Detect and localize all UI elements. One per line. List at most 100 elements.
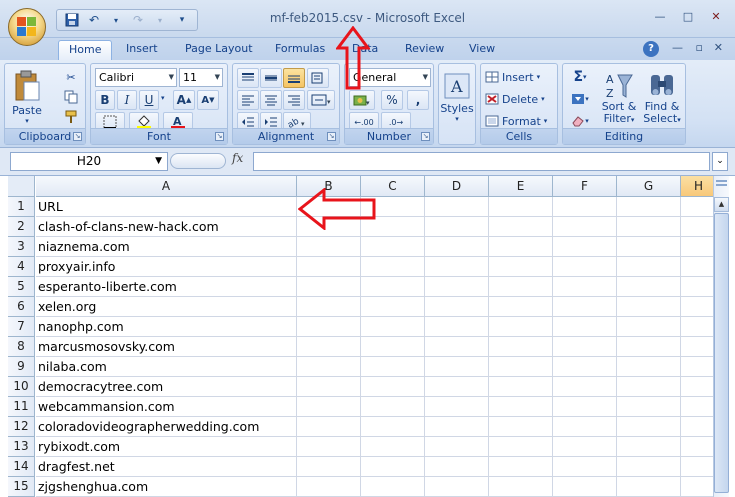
cell-c[interactable] (361, 457, 425, 477)
cell-g[interactable] (617, 477, 681, 497)
row-header[interactable]: 9 (8, 357, 35, 377)
cell-f[interactable] (553, 457, 617, 477)
cell-b[interactable] (297, 477, 361, 497)
cell-f[interactable] (553, 397, 617, 417)
cell-g[interactable] (617, 257, 681, 277)
cell-c[interactable] (361, 377, 425, 397)
cell-g[interactable] (617, 377, 681, 397)
autosum-button[interactable]: Σ ▾ (567, 68, 593, 86)
align-bottom-button[interactable] (283, 68, 305, 88)
cell-d[interactable] (425, 297, 489, 317)
cell-f[interactable] (553, 277, 617, 297)
cell-d[interactable] (425, 277, 489, 297)
cell-c[interactable] (361, 477, 425, 497)
cell-g[interactable] (617, 297, 681, 317)
cell-g[interactable] (617, 217, 681, 237)
cell-a[interactable]: niaznema.com (36, 237, 297, 257)
comma-button[interactable]: , (407, 90, 429, 110)
cell-a[interactable]: proxyair.info (36, 257, 297, 277)
cell-b[interactable] (297, 337, 361, 357)
alignment-launcher-icon[interactable]: ↘ (327, 132, 336, 141)
cell-g[interactable] (617, 457, 681, 477)
cell-e[interactable] (489, 257, 553, 277)
cell-c[interactable] (361, 217, 425, 237)
name-box[interactable]: H20 ▼ (10, 152, 168, 171)
cell-h[interactable] (681, 257, 713, 277)
cell-e[interactable] (489, 317, 553, 337)
tab-insert[interactable]: Insert (116, 40, 168, 60)
scroll-up-icon[interactable]: ▲ (714, 197, 729, 212)
cell-g[interactable] (617, 437, 681, 457)
cell-a[interactable]: marcusmosovsky.com (36, 337, 297, 357)
cell-h[interactable] (681, 297, 713, 317)
expand-formula-bar-icon[interactable]: ⌄ (712, 152, 728, 171)
align-right-button[interactable] (283, 90, 305, 110)
cell-e[interactable] (489, 457, 553, 477)
cell-b[interactable] (297, 277, 361, 297)
cell-d[interactable] (425, 377, 489, 397)
font-launcher-icon[interactable]: ↘ (215, 132, 224, 141)
cell-d[interactable] (425, 357, 489, 377)
cell-f[interactable] (553, 237, 617, 257)
delete-cells-button[interactable]: Delete ▾ (485, 90, 545, 108)
row-header[interactable]: 11 (8, 397, 35, 417)
italic-button[interactable]: I (117, 90, 137, 110)
cell-e[interactable] (489, 357, 553, 377)
number-launcher-icon[interactable]: ↘ (421, 132, 430, 141)
tab-page-layout[interactable]: Page Layout (175, 40, 263, 60)
cell-e[interactable] (489, 377, 553, 397)
align-left-button[interactable] (237, 90, 259, 110)
cell-a[interactable]: xelen.org (36, 297, 297, 317)
row-header[interactable]: 15 (8, 477, 35, 497)
fill-button[interactable]: ▾ (567, 90, 593, 108)
cell-d[interactable] (425, 197, 489, 217)
cell-e[interactable] (489, 197, 553, 217)
cell-e[interactable] (489, 217, 553, 237)
copy-icon[interactable] (61, 88, 81, 106)
cell-b[interactable] (297, 297, 361, 317)
cell-a[interactable]: nilaba.com (36, 357, 297, 377)
cell-a[interactable]: democracytree.com (36, 377, 297, 397)
cell-g[interactable] (617, 397, 681, 417)
cell-f[interactable] (553, 477, 617, 497)
column-header-c[interactable]: C (361, 176, 425, 197)
cell-e[interactable] (489, 337, 553, 357)
insert-cells-button[interactable]: Insert ▾ (485, 68, 540, 86)
office-button[interactable] (8, 8, 46, 46)
tab-view[interactable]: View (459, 40, 505, 60)
cell-a[interactable]: rybixodt.com (36, 437, 297, 457)
column-header-b[interactable]: B (297, 176, 361, 197)
row-header[interactable]: 12 (8, 417, 35, 437)
cell-f[interactable] (553, 417, 617, 437)
accounting-format-button[interactable]: ▾ (349, 90, 375, 110)
cell-d[interactable] (425, 237, 489, 257)
insert-function-icon[interactable]: fx (232, 151, 243, 165)
vertical-scrollbar[interactable]: ▲ (713, 176, 729, 497)
cell-g[interactable] (617, 337, 681, 357)
cell-b[interactable] (297, 197, 361, 217)
row-header[interactable]: 6 (8, 297, 35, 317)
cell-e[interactable] (489, 477, 553, 497)
cell-b[interactable] (297, 417, 361, 437)
styles-button[interactable]: A Styles ▾ (440, 68, 474, 128)
cell-a[interactable]: URL (36, 197, 297, 217)
cell-c[interactable] (361, 417, 425, 437)
cell-a[interactable]: dragfest.net (36, 457, 297, 477)
cell-d[interactable] (425, 437, 489, 457)
cell-h[interactable] (681, 357, 713, 377)
cell-h[interactable] (681, 417, 713, 437)
cell-f[interactable] (553, 377, 617, 397)
cell-f[interactable] (553, 217, 617, 237)
column-header-d[interactable]: D (425, 176, 489, 197)
cell-d[interactable] (425, 257, 489, 277)
row-header[interactable]: 13 (8, 437, 35, 457)
cell-c[interactable] (361, 357, 425, 377)
cell-c[interactable] (361, 197, 425, 217)
cell-e[interactable] (489, 417, 553, 437)
cell-c[interactable] (361, 237, 425, 257)
cell-e[interactable] (489, 297, 553, 317)
chevron-down-icon[interactable]: ▼ (155, 153, 162, 170)
ribbon-close-button[interactable]: ✕ (714, 41, 723, 54)
tab-home[interactable]: Home (58, 40, 113, 60)
row-header[interactable]: 14 (8, 457, 35, 477)
